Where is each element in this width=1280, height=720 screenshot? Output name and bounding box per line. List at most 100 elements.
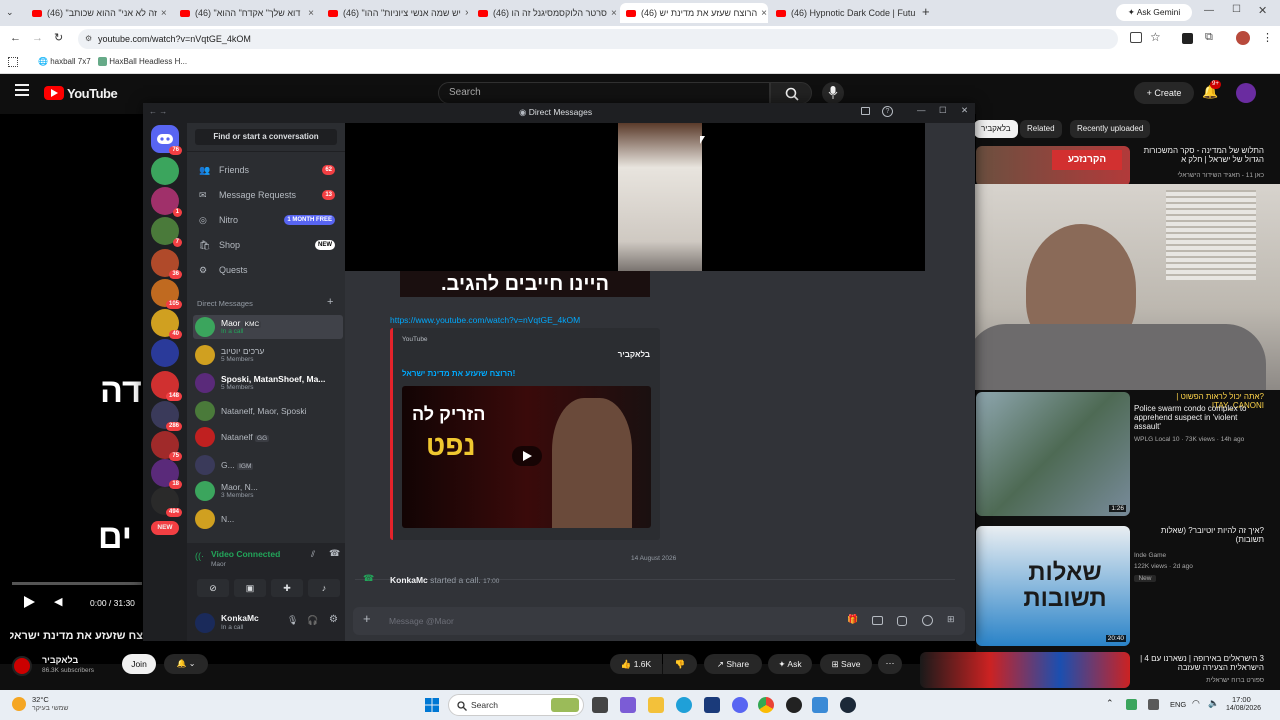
embed-author[interactable]: בלאקביר xyxy=(618,350,650,359)
taskbar-search[interactable]: Search xyxy=(448,694,584,716)
message-link[interactable]: https://www.youtube.com/watch?v=nVqtGE_4… xyxy=(390,315,580,325)
steam-icon[interactable] xyxy=(840,697,856,713)
copilot-icon[interactable] xyxy=(620,697,636,713)
close-icon[interactable]: × xyxy=(607,8,617,19)
server-icon[interactable]: 36 xyxy=(151,249,182,279)
server-icon[interactable]: 7 xyxy=(151,217,182,247)
close-window-button[interactable]: ✕ xyxy=(1258,4,1267,17)
recommendation-thumbnail[interactable] xyxy=(920,652,1130,688)
recommendation-thumbnail[interactable]: שאלות תשובות 20:40 xyxy=(976,526,1130,646)
channel-avatar[interactable] xyxy=(12,656,32,676)
browser-tab[interactable]: (46) "יש שמה אנשי ציוניות" ההו × xyxy=(322,3,468,23)
embed-title[interactable]: !הרוצח שזעזע את מדינת ישראל xyxy=(402,369,515,378)
discord-taskbar-icon[interactable] xyxy=(732,697,748,713)
maximize-icon[interactable]: ☐ xyxy=(939,105,947,116)
more-actions-button[interactable]: ⋯ xyxy=(878,654,902,674)
close-icon[interactable]: × xyxy=(157,8,167,19)
save-button[interactable]: ⊞ Save xyxy=(820,654,872,674)
create-button[interactable]: + Create xyxy=(1134,82,1194,104)
nav-nitro[interactable]: ◎ Nitro 1 MONTH FREE xyxy=(195,209,341,231)
close-icon[interactable]: × xyxy=(461,8,468,19)
filter-chip[interactable]: Related xyxy=(1020,120,1062,138)
site-info-icon[interactable]: ⚙ xyxy=(85,29,92,49)
play-icon[interactable] xyxy=(512,446,542,466)
server-icon[interactable]: 148 xyxy=(151,371,182,401)
account-avatar[interactable] xyxy=(1236,83,1256,103)
reload-icon[interactable]: ↻ xyxy=(54,31,63,44)
youtube-search-input[interactable]: Search xyxy=(438,82,770,104)
sticker-icon[interactable] xyxy=(897,616,907,626)
weather-icon[interactable] xyxy=(12,697,26,711)
speaker-icon[interactable]: 🔈 xyxy=(1208,698,1219,709)
recommendation-title[interactable]: ?איך זה להיות יוטיובר? (שאלות תשובות) xyxy=(1134,526,1264,544)
settings-gear-icon[interactable]: ⚙ xyxy=(329,614,338,625)
find-conversation-button[interactable]: Find or start a conversation xyxy=(195,129,337,145)
bookmark-star-icon[interactable]: ☆ xyxy=(1150,30,1161,44)
maximize-window-button[interactable]: ☐ xyxy=(1232,4,1241,15)
server-new-badge[interactable]: NEW xyxy=(151,521,179,535)
close-icon[interactable]: × xyxy=(757,8,767,19)
browser-menu-icon[interactable]: ⋮ xyxy=(1262,31,1273,44)
search-button[interactable] xyxy=(770,82,812,104)
tray-overflow-icon[interactable]: ⌃ xyxy=(1106,698,1114,709)
file-explorer-icon[interactable] xyxy=(648,697,664,713)
soundboard-button[interactable]: ♪ xyxy=(308,579,340,597)
activities-button[interactable]: ✚ xyxy=(271,579,303,597)
tray-icon[interactable] xyxy=(1148,699,1159,710)
dm-item[interactable]: G... IGM xyxy=(193,453,343,477)
browser-tab[interactable]: (46) "דוא שלך" אקדח" ההוא × xyxy=(174,3,320,23)
browser-tab[interactable]: (46) "זה לא אני" ההוא שכותב × xyxy=(26,3,172,23)
nav-quests[interactable]: ⚙ Quests xyxy=(195,259,341,281)
store-icon[interactable] xyxy=(704,697,720,713)
minimize-window-button[interactable]: — xyxy=(1204,5,1214,16)
apps-icon[interactable]: ⊞ xyxy=(947,614,955,625)
subscribe-bell-button[interactable]: 🔔 ⌄ xyxy=(164,654,208,674)
browser-tab-active[interactable]: (46) הרוצח שעזע את מדינת יש × xyxy=(620,3,768,23)
apps-grid-icon[interactable] xyxy=(8,57,18,67)
new-tab-button[interactable]: + xyxy=(922,4,930,19)
server-icon[interactable]: 1 xyxy=(151,187,182,217)
dm-item[interactable]: N... xyxy=(193,507,343,531)
filter-chip[interactable]: בלאקביר xyxy=(974,120,1018,138)
server-icon[interactable]: 105 xyxy=(151,279,182,309)
join-button[interactable]: Join xyxy=(122,654,156,674)
recommendation-thumbnail[interactable]: הקרנזכע xyxy=(976,146,1130,186)
back-icon[interactable]: ← → xyxy=(149,107,167,116)
clock-date[interactable]: 14/08/2026 xyxy=(1226,705,1261,712)
call-user[interactable]: KonkaMc xyxy=(390,575,428,585)
recommendation-thumbnail[interactable]: 1:26 xyxy=(976,392,1130,516)
close-icon[interactable]: ✕ xyxy=(961,105,968,116)
server-icon[interactable] xyxy=(151,339,179,367)
close-icon[interactable]: × xyxy=(915,8,916,19)
help-icon[interactable]: ? xyxy=(882,106,893,117)
server-icon[interactable] xyxy=(151,157,179,185)
server-icon[interactable]: 40 xyxy=(151,309,182,339)
volume-icon[interactable]: ◀ xyxy=(54,595,62,608)
microphone-icon[interactable]: 🎙 xyxy=(287,615,298,626)
server-icon[interactable]: 75 xyxy=(151,431,182,461)
dm-item[interactable]: ערכים יוטיוב 5 Members xyxy=(193,343,343,367)
nav-shop[interactable]: 🛍 Shop NEW xyxy=(195,234,341,256)
dm-item-maor[interactable]: Maor KMC In a call xyxy=(193,315,343,339)
notifications-bell-icon[interactable]: 🔔 9+ xyxy=(1202,80,1221,100)
clock-time[interactable]: 17:00 xyxy=(1232,695,1251,704)
like-button[interactable]: 👍 1.6K xyxy=(610,654,662,674)
attach-plus-icon[interactable]: + xyxy=(363,611,371,626)
browser-tab[interactable]: (46) סרטר הלוקסמסיגנל זה הו × xyxy=(472,3,618,23)
start-windows-icon[interactable] xyxy=(424,697,440,713)
nav-message-requests[interactable]: ✉ Message Requests 13 xyxy=(195,184,341,206)
profile-avatar[interactable] xyxy=(1236,31,1250,45)
dm-item[interactable]: Natanelf GG xyxy=(193,425,343,449)
recommendation-title[interactable]: 3 הישראלים באירופה | נשארנו עם 4 | הישרא… xyxy=(1134,654,1264,672)
play-button[interactable] xyxy=(24,596,35,608)
bookmark-item[interactable]: 🌐 haxball 7x7 xyxy=(38,57,91,66)
dislike-button[interactable]: 👎 xyxy=(663,654,697,674)
server-icon[interactable]: 18 xyxy=(151,459,182,489)
emoji-icon[interactable] xyxy=(922,615,933,626)
app-icon[interactable] xyxy=(786,697,802,713)
disconnect-icon[interactable]: ☎ xyxy=(329,548,340,559)
minimize-icon[interactable]: — xyxy=(917,105,926,115)
task-view-icon[interactable] xyxy=(592,697,608,713)
nav-friends[interactable]: 👥 Friends 62 xyxy=(195,159,341,181)
ask-gemini-button[interactable]: ✦ Ask Gemini xyxy=(1116,4,1192,21)
